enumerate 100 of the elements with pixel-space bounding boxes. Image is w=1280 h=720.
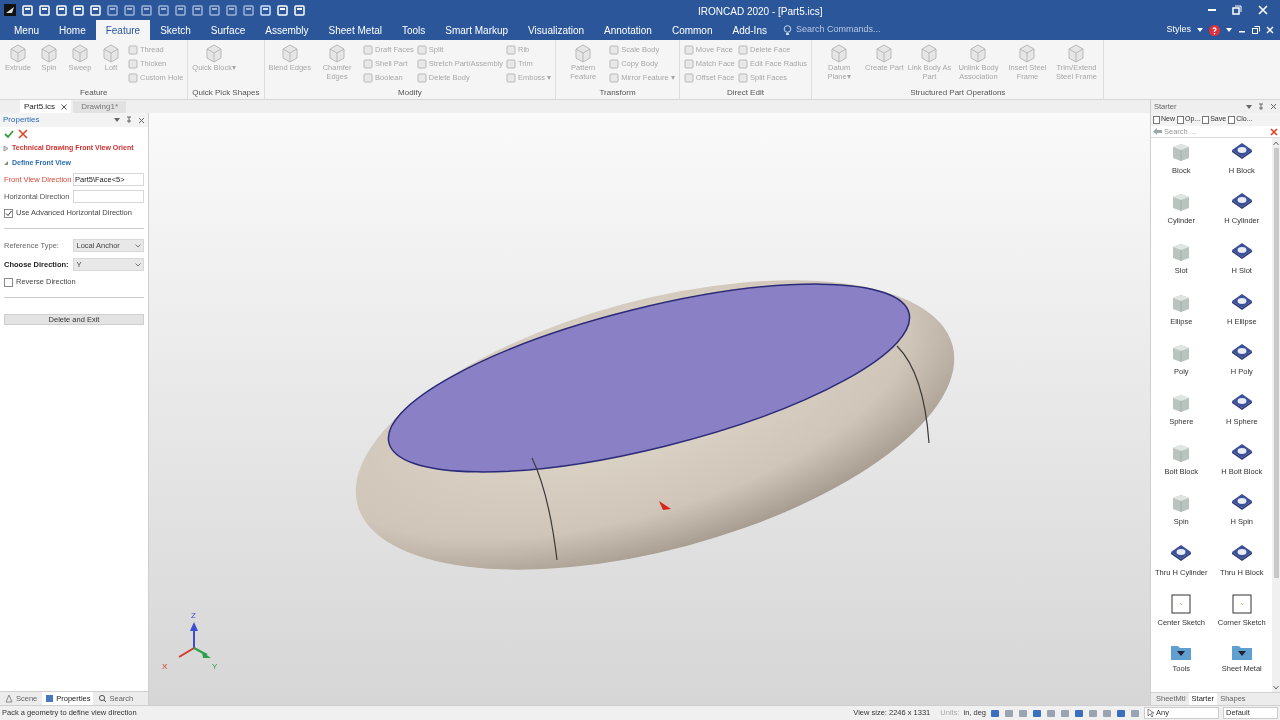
group-label: Direct Edit xyxy=(726,87,765,99)
tool-icon xyxy=(416,44,427,55)
ribbon-tab[interactable]: Visualization xyxy=(518,20,595,40)
ribbon-tab[interactable]: Surface xyxy=(200,20,256,40)
axis-label: Y xyxy=(212,661,218,673)
ok-button[interactable] xyxy=(4,129,14,139)
sketch-frame-icon xyxy=(1230,592,1253,615)
tool-icon xyxy=(683,72,694,83)
toolbar-icon xyxy=(39,4,50,16)
tool-icon xyxy=(416,58,427,69)
cube-icon xyxy=(919,43,940,63)
toolbar-icon xyxy=(192,4,203,16)
toolbar-icon xyxy=(22,4,33,16)
close-icon xyxy=(1270,103,1277,110)
styles-menu[interactable]: Styles xyxy=(1166,23,1191,37)
scroll-down-icon xyxy=(1273,685,1279,690)
tree-icon xyxy=(5,694,14,703)
ribbon-tab[interactable]: Sketch xyxy=(150,20,201,40)
minimize-icon xyxy=(1208,9,1216,11)
tool-icon xyxy=(416,72,427,83)
cube-icon xyxy=(573,43,594,63)
tool-icon xyxy=(609,72,620,83)
cube-icon xyxy=(279,43,300,63)
viewport[interactable]: Z X Y xyxy=(149,113,1150,705)
close-icon xyxy=(1266,26,1274,34)
ribbon-tab[interactable]: Common xyxy=(661,20,723,40)
group-label: Modify xyxy=(397,87,423,99)
tool-icon xyxy=(506,58,516,69)
cancel-button[interactable] xyxy=(18,129,28,139)
toolbar-icon xyxy=(209,4,220,16)
tool-icon xyxy=(683,44,694,55)
back-arrow-icon xyxy=(1153,128,1162,135)
cube-icon xyxy=(829,43,850,63)
toolbar-icon xyxy=(294,4,305,16)
scroll-up-icon xyxy=(1273,141,1279,146)
close-icon xyxy=(1258,5,1268,15)
tool-icon xyxy=(128,72,138,83)
close-icon xyxy=(1270,127,1278,136)
document-tab[interactable]: Part5.ics xyxy=(20,100,72,113)
group-label: Structured Part Operations xyxy=(909,87,1007,99)
tool-icon xyxy=(738,58,748,69)
cube-icon xyxy=(204,43,225,63)
ribbon-tab[interactable]: Home xyxy=(49,20,96,40)
toolbar-icon xyxy=(175,4,186,16)
tool-icon xyxy=(738,72,748,83)
help-icon xyxy=(1209,24,1220,36)
toolbar-icon xyxy=(243,4,254,16)
toolbar-icon xyxy=(141,4,152,16)
panel-title: Properties xyxy=(3,114,40,126)
axis-label: Z xyxy=(191,610,196,622)
ribbon-tab[interactable]: Smart Markup xyxy=(435,20,519,40)
tool-icon xyxy=(128,44,138,55)
checkbox[interactable] xyxy=(4,208,13,218)
close-icon xyxy=(61,103,68,110)
input-field[interactable] xyxy=(73,190,144,203)
tool-icon xyxy=(506,72,516,83)
cube-icon xyxy=(101,43,121,63)
toolbar-icon xyxy=(226,4,237,16)
pin-icon xyxy=(1258,102,1264,111)
axis-triad-drawing xyxy=(178,622,211,658)
scrollbar[interactable] xyxy=(1272,138,1280,692)
cube-icon xyxy=(968,43,989,63)
cube-icon xyxy=(39,43,59,63)
group-label: Feature xyxy=(78,87,109,99)
toolbar-icon xyxy=(90,4,101,16)
ribbon-tab[interactable]: Assembly xyxy=(255,20,319,40)
pointer-icon xyxy=(1147,709,1154,717)
cube-icon xyxy=(327,43,348,63)
close-icon xyxy=(18,129,28,139)
tool-icon xyxy=(363,58,374,69)
window-title: IRONCAD 2020 - [Part5.ics] xyxy=(698,5,823,19)
ellipsoid-model-drawing[interactable] xyxy=(355,280,955,570)
ribbon-tab[interactable]: Add-Ins xyxy=(722,20,777,40)
document-tab[interactable]: Drawing1* xyxy=(73,101,127,113)
lightbulb-icon xyxy=(782,24,792,36)
collapse-icon xyxy=(3,160,9,167)
command-search-field[interactable]: Search Commands... xyxy=(795,23,956,37)
ribbon-tab[interactable]: Menu xyxy=(4,20,49,40)
toolbar-icon xyxy=(158,4,169,16)
ribbon-tab[interactable]: Tools xyxy=(391,20,436,40)
cube-icon xyxy=(8,43,28,63)
group-label: Transform xyxy=(598,87,637,99)
restore-icon xyxy=(1252,26,1260,34)
ribbon-tab[interactable]: Sheet Metal xyxy=(318,20,392,40)
app-logo-icon xyxy=(4,4,16,16)
ribbon-tab[interactable]: Feature xyxy=(95,20,151,40)
cube-icon xyxy=(1066,43,1087,63)
tool-icon xyxy=(363,72,374,83)
checkbox[interactable] xyxy=(4,277,13,287)
close-icon xyxy=(138,116,145,124)
ribbon-tab[interactable]: Annotation xyxy=(594,20,662,40)
axis-label: X xyxy=(162,661,168,673)
caret-icon xyxy=(1197,28,1203,32)
toolbar-icon xyxy=(124,4,135,16)
caret-icon xyxy=(1246,104,1252,109)
tool-icon xyxy=(609,44,620,55)
cube-icon xyxy=(70,43,90,63)
tool-icon xyxy=(738,44,748,55)
toolbar-icon xyxy=(56,4,67,16)
toolbar-icon xyxy=(260,4,271,16)
